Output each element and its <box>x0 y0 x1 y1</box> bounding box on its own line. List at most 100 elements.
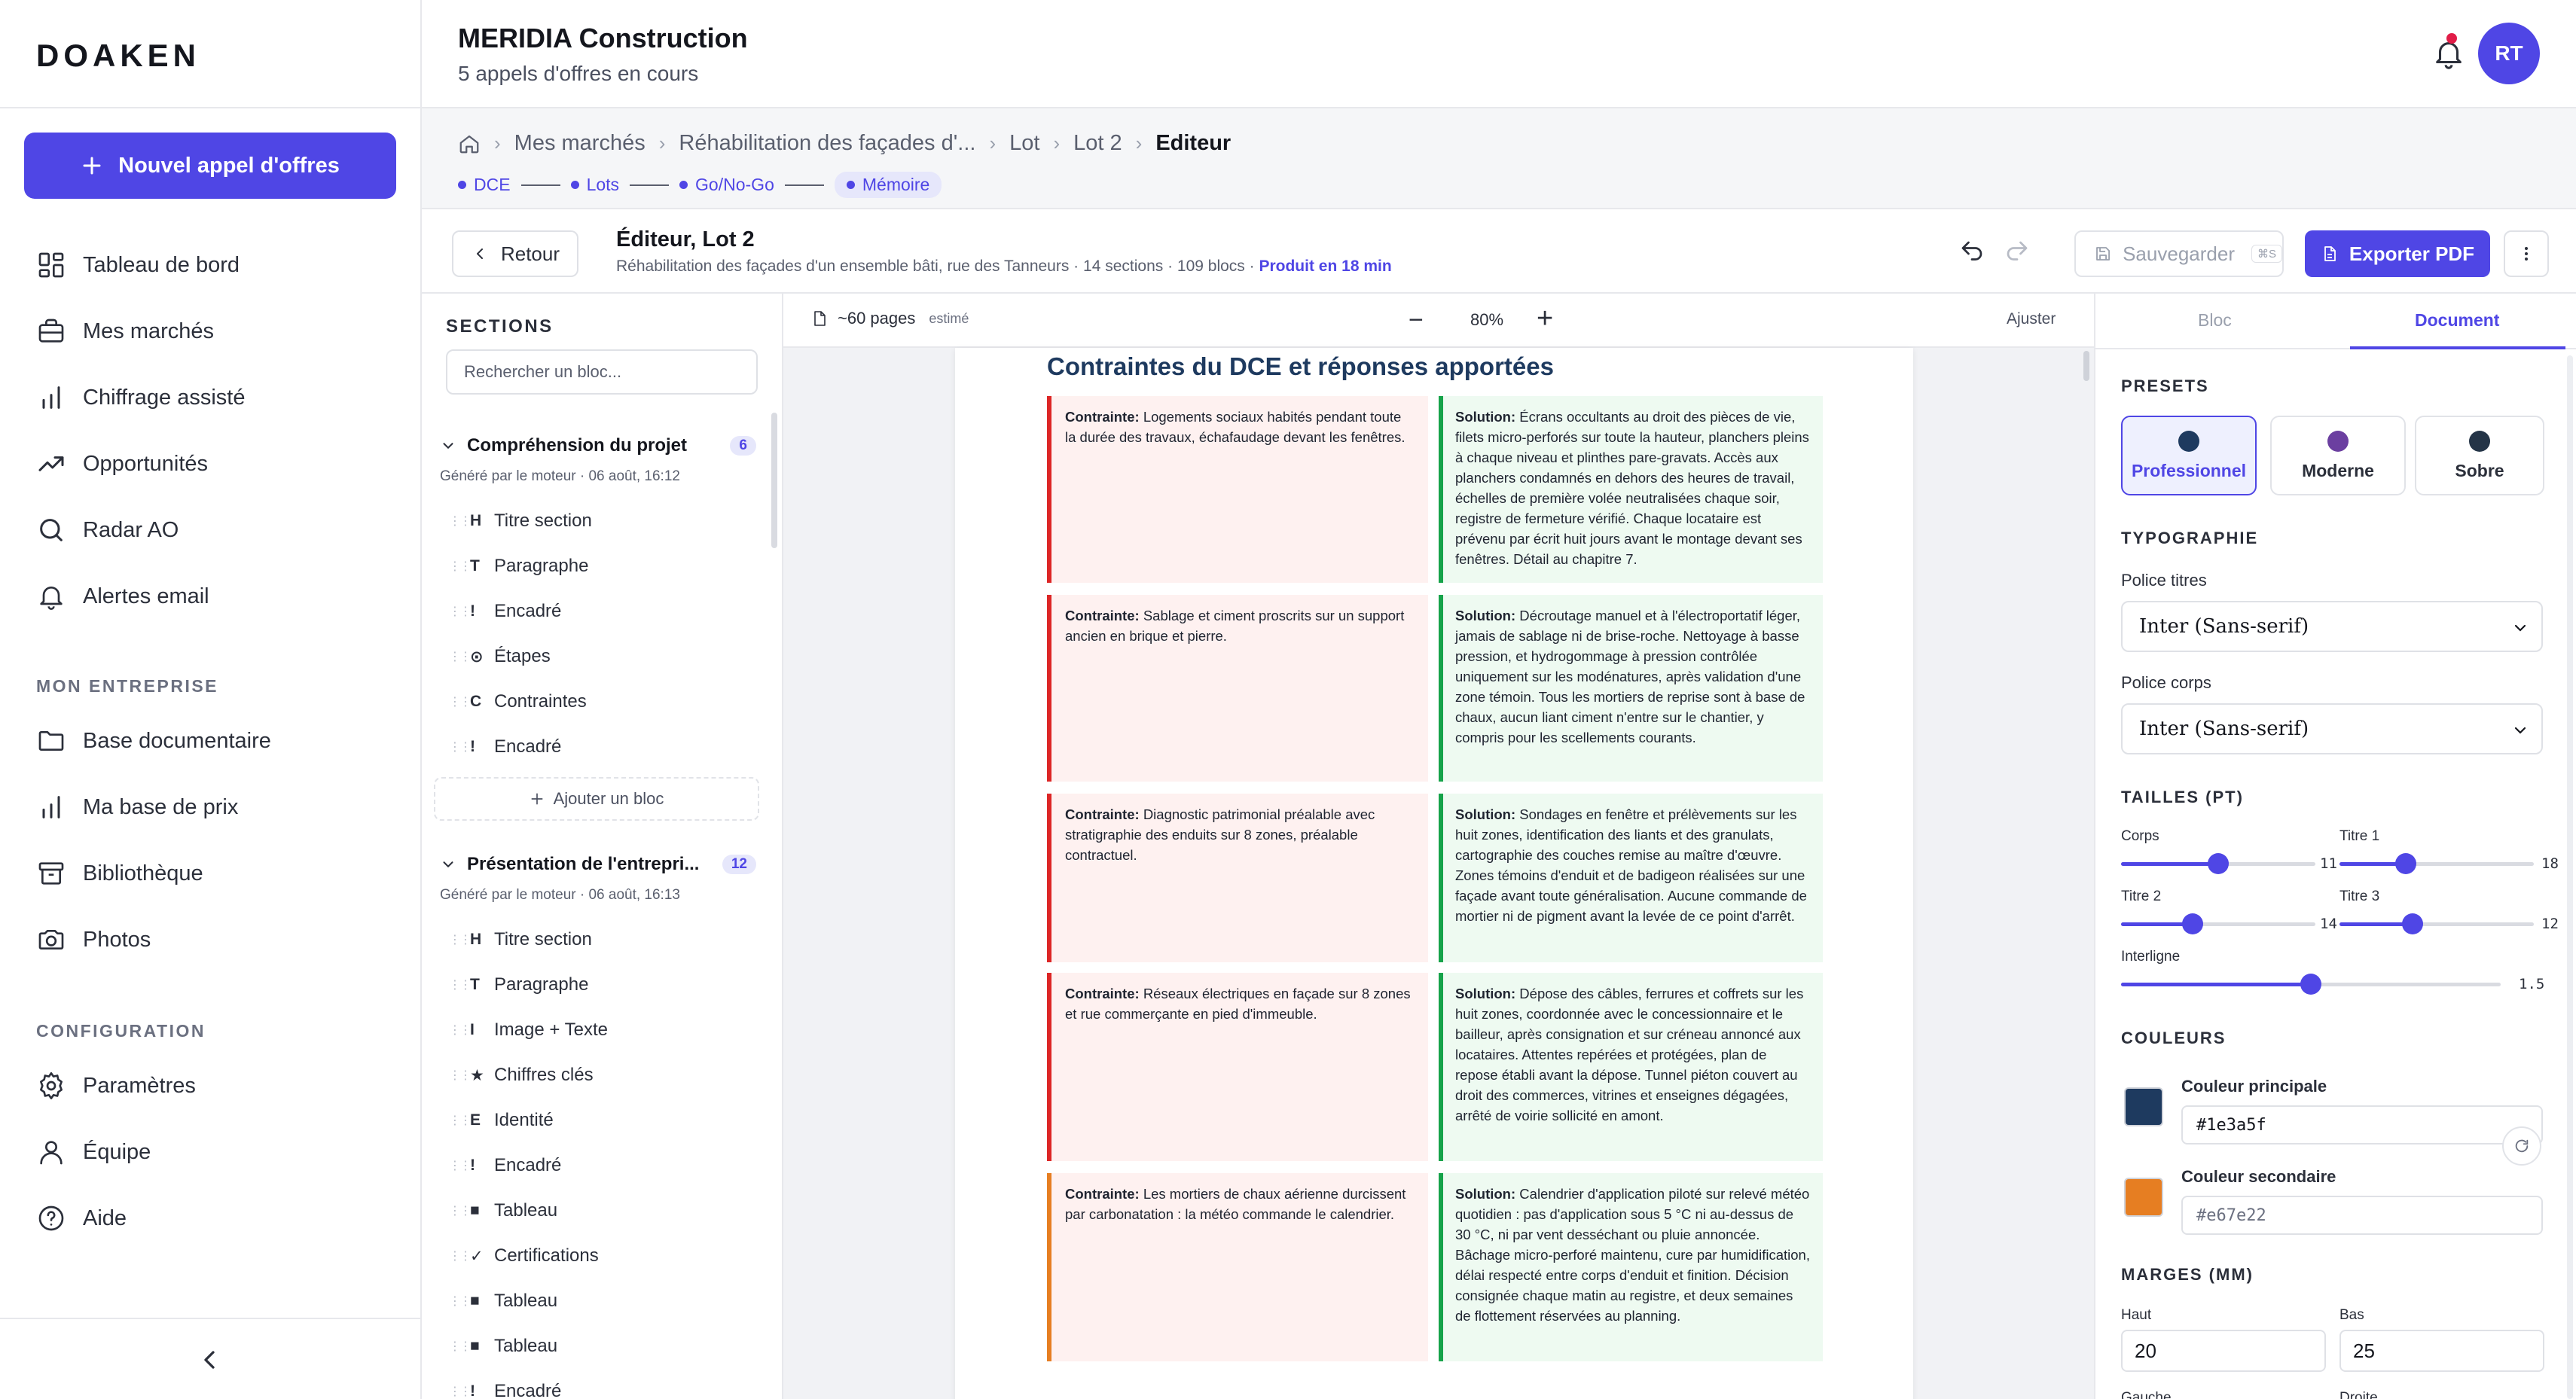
primary-color-swatch[interactable] <box>2124 1087 2163 1126</box>
collapse-sidebar-icon[interactable] <box>194 1345 224 1375</box>
drag-handle-icon[interactable]: ⋮⋮ <box>449 694 472 709</box>
drag-handle-icon[interactable]: ⋮⋮ <box>449 559 472 574</box>
constraint-card[interactable]: Contrainte: Réseaux électriques en façad… <box>1047 973 1428 1161</box>
secondary-color-input[interactable]: #e67e22 <box>2181 1196 2543 1235</box>
constraint-card[interactable]: Contrainte: Les mortiers de chaux aérien… <box>1047 1173 1428 1361</box>
slider-knob[interactable] <box>2182 913 2203 934</box>
title2-size-slider[interactable] <box>2121 913 2315 935</box>
step-dce[interactable]: DCE <box>458 175 511 195</box>
nav-settings[interactable]: Paramètres <box>36 1063 196 1108</box>
reset-colors-button[interactable] <box>2502 1126 2541 1166</box>
drag-handle-icon[interactable]: ⋮⋮ <box>449 649 472 664</box>
nav-documents[interactable]: Base documentaire <box>36 718 271 764</box>
undo-icon[interactable] <box>1958 238 1985 265</box>
export-pdf-button[interactable]: Exporter PDF <box>2305 230 2490 277</box>
add-block-button[interactable]: Ajouter un bloc <box>434 777 759 821</box>
block-item[interactable]: ⋮⋮ T Paragraphe <box>449 970 588 1000</box>
constraint-card[interactable]: Contrainte: Logements sociaux habités pe… <box>1047 396 1428 583</box>
slider-knob[interactable] <box>2300 974 2321 995</box>
primary-color-input[interactable]: #1e3a5f <box>2181 1105 2543 1144</box>
margin-bottom-input[interactable]: 25 <box>2339 1330 2544 1372</box>
back-button[interactable]: Retour <box>452 230 578 277</box>
nav-photos[interactable]: Photos <box>36 917 151 962</box>
nav-price-base[interactable]: Ma base de prix <box>36 785 238 830</box>
solution-card[interactable]: Solution: Décroutage manuel et à l'élect… <box>1439 595 1823 782</box>
preset-sobre[interactable]: Sobre <box>2415 416 2544 495</box>
block-item[interactable]: ⋮⋮ ✓ Certifications <box>449 1241 599 1271</box>
preset-professionnel[interactable]: Professionnel <box>2121 416 2257 495</box>
nav-help[interactable]: Aide <box>36 1196 127 1241</box>
logo[interactable]: DOAKEN <box>36 38 200 74</box>
nav-pricing[interactable]: Chiffrage assisté <box>36 375 245 420</box>
drag-handle-icon[interactable]: ⋮⋮ <box>449 1384 472 1399</box>
interline-slider[interactable] <box>2121 973 2501 995</box>
block-item[interactable]: ⋮⋮ ★ Chiffres clés <box>449 1060 594 1090</box>
title-font-select[interactable]: Inter (Sans-serif) <box>2121 601 2543 652</box>
block-item[interactable]: ⋮⋮ H Titre section <box>449 925 592 955</box>
nav-my-tenders[interactable]: Mes marchés <box>36 309 214 354</box>
breadcrumb-item[interactable]: Lot 2 <box>1073 131 1122 156</box>
block-item[interactable]: ⋮⋮ ■ Tableau <box>449 1196 557 1226</box>
nav-email-alerts[interactable]: Alertes email <box>36 574 209 619</box>
panel-scrollbar[interactable] <box>2567 355 2573 1399</box>
fit-button[interactable]: Ajuster <box>2007 310 2056 328</box>
nav-radar[interactable]: Radar AO <box>36 507 179 553</box>
nav-library[interactable]: Bibliothèque <box>36 851 203 896</box>
nav-opportunities[interactable]: Opportunités <box>36 441 208 486</box>
step-lots[interactable]: Lots <box>570 175 619 195</box>
block-item[interactable]: ⋮⋮ H Titre section <box>449 506 592 536</box>
title3-size-slider[interactable] <box>2339 913 2534 935</box>
slider-knob[interactable] <box>2402 913 2423 934</box>
new-tender-button[interactable]: Nouvel appel d'offres <box>24 133 396 199</box>
more-options-button[interactable] <box>2504 230 2549 277</box>
drag-handle-icon[interactable]: ⋮⋮ <box>449 1203 472 1218</box>
constraint-card[interactable]: Contrainte: Diagnostic patrimonial préal… <box>1047 794 1428 962</box>
avatar[interactable]: RT <box>2478 23 2540 84</box>
slider-knob[interactable] <box>2208 853 2229 874</box>
block-item[interactable]: ⋮⋮ ■ Tableau <box>449 1286 557 1316</box>
block-item[interactable]: ⋮⋮ I Image + Texte <box>449 1015 608 1045</box>
redo-icon[interactable] <box>2004 238 2031 265</box>
drag-handle-icon[interactable]: ⋮⋮ <box>449 1068 472 1083</box>
drag-handle-icon[interactable]: ⋮⋮ <box>449 514 472 529</box>
solution-card[interactable]: Solution: Sondages en fenêtre et prélève… <box>1439 794 1823 962</box>
block-item[interactable]: ⋮⋮ E Identité <box>449 1105 554 1135</box>
constraint-card[interactable]: Contrainte: Sablage et ciment proscrits … <box>1047 595 1428 782</box>
solution-card[interactable]: Solution: Écrans occultants au droit des… <box>1439 396 1823 583</box>
block-item[interactable]: ⋮⋮ ⊙ Étapes <box>449 642 551 672</box>
block-item[interactable]: ⋮⋮ T Paragraphe <box>449 551 588 581</box>
canvas-scrollbar[interactable] <box>2083 351 2089 381</box>
preset-moderne[interactable]: Moderne <box>2270 416 2406 495</box>
drag-handle-icon[interactable]: ⋮⋮ <box>449 1158 472 1173</box>
drag-handle-icon[interactable]: ⋮⋮ <box>449 1294 472 1309</box>
drag-handle-icon[interactable]: ⋮⋮ <box>449 932 472 947</box>
margin-top-input[interactable]: 20 <box>2121 1330 2326 1372</box>
body-font-select[interactable]: Inter (Sans-serif) <box>2121 703 2543 754</box>
drag-handle-icon[interactable]: ⋮⋮ <box>449 604 472 619</box>
block-item[interactable]: ⋮⋮! Encadré <box>449 732 561 762</box>
body-size-slider[interactable] <box>2121 852 2315 875</box>
step-go-no-go[interactable]: Go/No-Go <box>679 175 774 195</box>
section-group-header[interactable]: Présentation de l'entrepri... 12 <box>440 851 756 878</box>
breadcrumb-item[interactable]: Lot <box>1009 131 1039 156</box>
breadcrumb-item[interactable]: Mes marchés <box>514 131 646 156</box>
block-item[interactable]: ⋮⋮! Encadré <box>449 596 561 626</box>
secondary-color-swatch[interactable] <box>2124 1178 2163 1217</box>
sections-scrollbar[interactable] <box>771 413 777 548</box>
save-button[interactable]: Sauvegarder ⌘S <box>2074 230 2284 277</box>
section-group-header[interactable]: Compréhension du projet 6 <box>440 432 756 459</box>
drag-handle-icon[interactable]: ⋮⋮ <box>449 1248 472 1263</box>
nav-dashboard[interactable]: Tableau de bord <box>36 242 240 288</box>
page-heading[interactable]: Contraintes du DCE et réponses apportées <box>1047 352 1554 381</box>
zoom-in-button[interactable]: + <box>1537 303 1553 335</box>
tab-block[interactable]: Bloc <box>2198 310 2232 331</box>
title1-size-slider[interactable] <box>2339 852 2534 875</box>
nav-team[interactable]: Équipe <box>36 1129 151 1175</box>
home-icon[interactable] <box>458 133 481 155</box>
block-item[interactable]: ⋮⋮ ■ Tableau <box>449 1331 557 1361</box>
zoom-out-button[interactable]: − <box>1409 306 1424 335</box>
drag-handle-icon[interactable]: ⋮⋮ <box>449 1023 472 1038</box>
block-search-input[interactable] <box>446 349 758 395</box>
breadcrumb-item[interactable]: Réhabilitation des façades d'... <box>679 131 975 156</box>
drag-handle-icon[interactable]: ⋮⋮ <box>449 739 472 754</box>
